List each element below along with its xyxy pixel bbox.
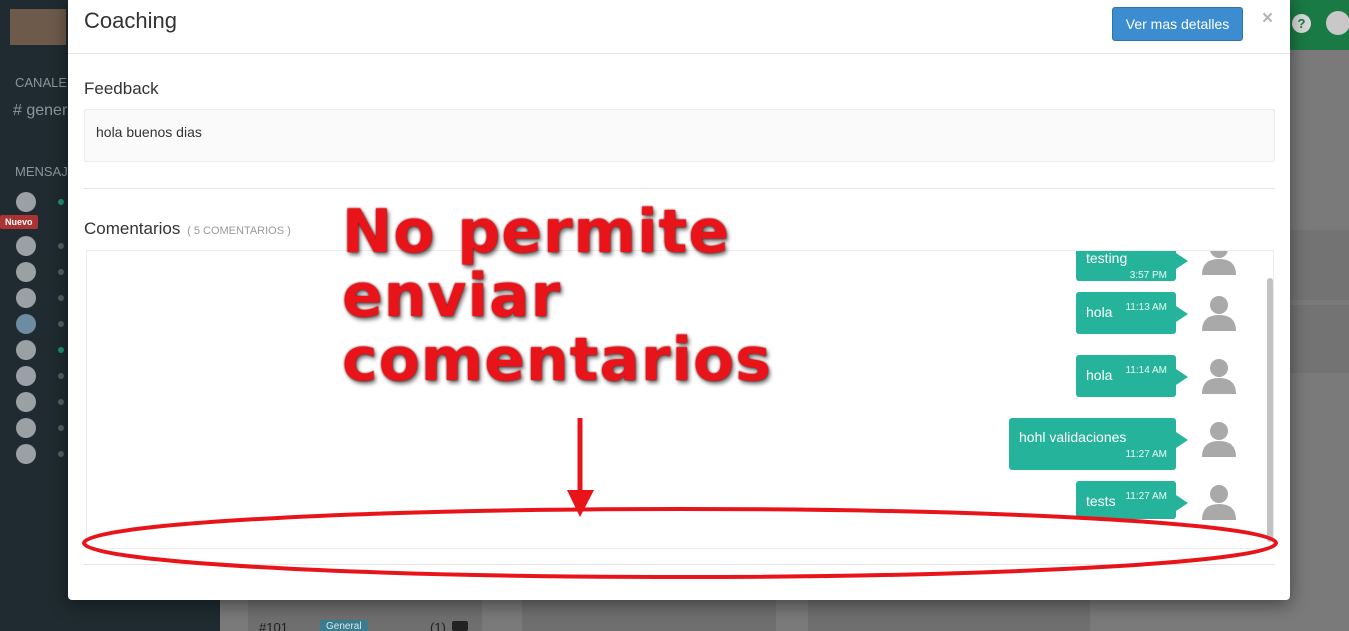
comment-bubble: hola 11:13 AM [1076,292,1188,334]
status-dot-icon [58,399,64,405]
annotation-line: enviar [342,261,562,331]
view-details-button[interactable]: Ver mas detalles [1112,7,1243,41]
user-avatar[interactable] [16,392,36,412]
new-badge: Nuevo [0,215,38,229]
divider [84,564,1275,565]
modal-header: Coaching Ver mas detalles × [68,0,1290,54]
help-icon[interactable]: ? [1292,14,1311,33]
user-avatar[interactable] [16,236,36,256]
comment-text: testing [1086,250,1128,266]
user-avatar-icon [1202,359,1236,394]
status-dot-icon [58,451,64,457]
comment-text: tests [1086,493,1116,509]
ticket-id: #101 [259,620,288,631]
user-avatar[interactable] [16,418,36,438]
comments-count: ( 5 COMENTARIOS ) [187,225,291,237]
ticket-count: (1) [430,620,446,631]
comment-text: hola [1086,367,1113,383]
status-dot-icon [58,321,64,327]
feedback-text: hola buenos dias [96,124,202,140]
comment-time: 11:14 AM [1125,365,1167,376]
comment-time: 3:57 PM [1129,270,1167,281]
user-avatar[interactable] [16,262,36,282]
comment-text: hohl validaciones [1019,429,1127,445]
status-dot-icon [58,295,64,301]
channel-general[interactable]: # gener [13,102,67,120]
comment-time: 11:27 AM [1125,491,1167,502]
messages-section-title: MENSAJ [15,164,68,179]
comments-heading-label: Comentarios [84,219,181,238]
status-dot-icon [58,347,64,353]
comment-time: 11:27 AM [1125,449,1167,460]
modal-title: Coaching [84,8,177,33]
app-logo [10,9,66,45]
user-avatar-icon [1202,422,1236,457]
comment-time: 11:13 AM [1125,302,1167,313]
comment-bubble: tests 11:27 AM [1076,481,1188,519]
comment-bubble: hohl validaciones 11:27 AM [1009,418,1188,470]
status-dot-icon [58,243,64,249]
user-avatar[interactable] [16,366,36,386]
close-icon[interactable]: × [1262,8,1273,30]
feedback-heading: Feedback [84,79,159,98]
annotation-line: No permite [342,197,731,267]
annotation-text: No permite enviar comentarios [342,200,772,392]
comment-bubble: testing 3:57 PM [1076,250,1188,281]
user-avatar[interactable] [16,192,36,212]
comments-heading: Comentarios ( 5 COMENTARIOS ) [84,219,291,239]
comments-scrollbar[interactable] [1267,278,1273,542]
user-avatar-icon [1202,251,1236,275]
profile-avatar[interactable] [1326,11,1349,35]
status-dot-icon [58,373,64,379]
background-card [1290,305,1349,373]
channels-section-title: CANALE [15,75,68,90]
background-card [1290,230,1349,300]
user-avatar[interactable] [16,444,36,464]
user-avatar[interactable] [16,340,36,360]
divider [84,188,1275,189]
user-avatar-icon [1202,296,1236,331]
feedback-box: hola buenos dias [84,109,1275,162]
ticket-tag: General [320,620,368,631]
comment-text: hola [1086,304,1113,320]
status-dot-icon [58,199,64,205]
comment-bubble: hola 11:14 AM [1076,355,1188,397]
chat-icon [452,621,468,631]
user-avatar-icon [1202,485,1236,520]
status-dot-icon [58,425,64,431]
annotation-line: comentarios [342,325,772,395]
user-avatar[interactable] [16,288,36,308]
status-dot-icon [58,269,64,275]
user-avatar[interactable] [16,314,36,334]
